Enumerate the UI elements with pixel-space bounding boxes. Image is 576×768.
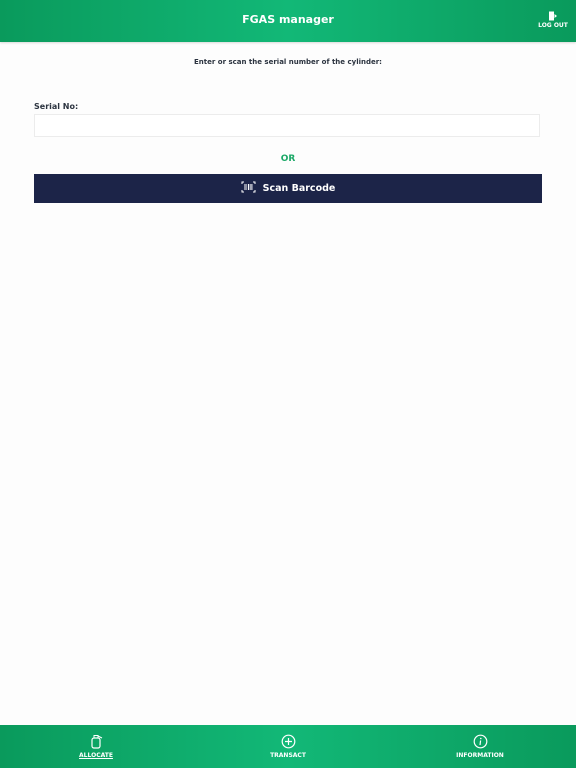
logout-icon [549,11,557,21]
tab-allocate[interactable]: ALLOCATE [56,734,136,759]
bottom-tab-bar: ALLOCATE TRANSACT INFORMATION [0,725,576,768]
cylinder-icon [90,735,102,749]
scan-barcode-label: Scan Barcode [262,183,336,194]
tab-transact[interactable]: TRANSACT [248,734,328,759]
barcode-scan-icon [241,181,256,196]
app-header: FGAS manager LOG OUT [0,0,576,42]
tab-label: TRANSACT [270,752,306,759]
info-circle-icon [473,734,487,749]
or-separator: OR [280,154,296,164]
logout-label: LOG OUT [538,22,568,29]
scan-barcode-button[interactable]: Scan Barcode [34,174,542,203]
tab-label: ALLOCATE [79,752,113,759]
page-title: FGAS manager [242,13,334,26]
serial-number-label: Serial No: [34,102,79,111]
tab-information[interactable]: INFORMATION [440,734,520,759]
logout-button[interactable]: LOG OUT [538,11,568,35]
plus-circle-icon [281,734,295,749]
serial-number-input[interactable] [34,114,540,137]
tab-label: INFORMATION [456,752,504,759]
instruction-text: Enter or scan the serial number of the c… [194,58,382,66]
